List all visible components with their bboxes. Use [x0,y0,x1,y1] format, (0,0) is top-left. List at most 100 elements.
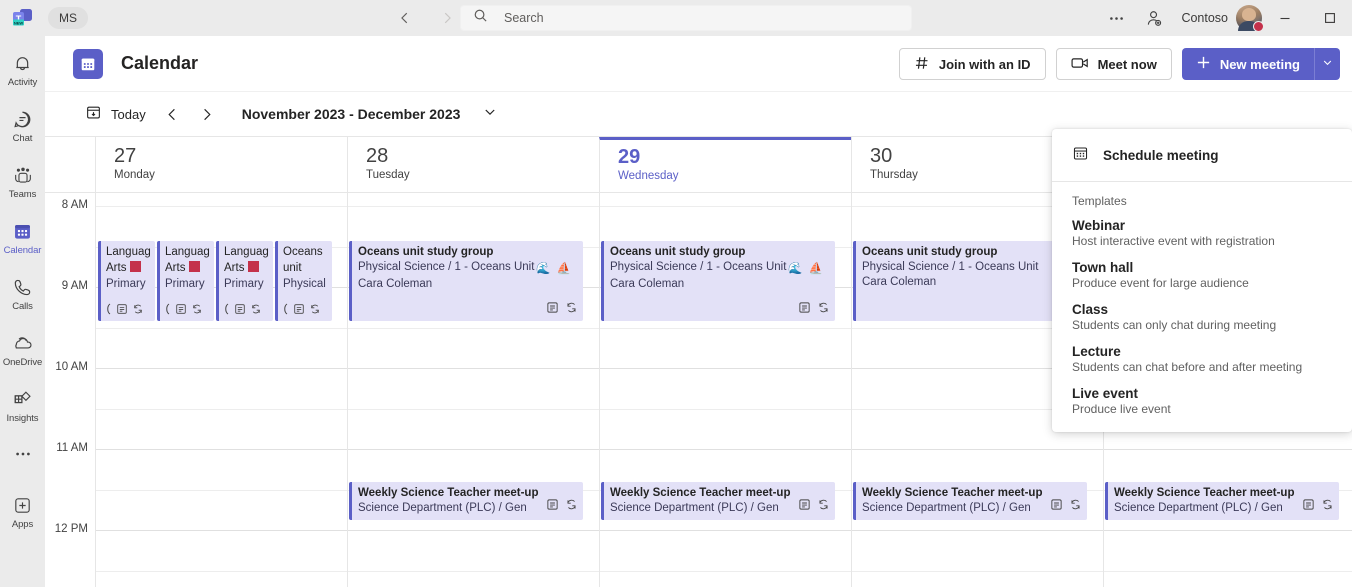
maximize-icon[interactable] [1307,0,1352,36]
menu-item-template-live-event[interactable]: Live event Produce live event [1052,380,1352,422]
event-title-cont: unit [283,262,302,274]
notes-icon [798,301,811,319]
calendar-event[interactable]: Oceans unit study group Physical Science… [349,241,583,321]
hour-label: 8 AM [62,199,88,211]
today-calendar-icon [85,104,102,124]
view-picker-chevron[interactable] [478,102,502,126]
template-description: Host interactive event with registration [1072,234,1352,248]
notes-icon [1302,498,1315,516]
header-actions: Join with an ID Meet now New meeting [899,48,1340,80]
menu-item-template-webinar[interactable]: Webinar Host interactive event with regi… [1052,212,1352,254]
day-column-tuesday[interactable]: Oceans unit study group Physical Science… [347,193,599,587]
sidebar-item-activity[interactable]: Activity [0,42,45,98]
calendar-event[interactable]: Weekly Science Teacher meet-up Science D… [1105,482,1339,520]
event-subtitle: Physical [283,278,326,290]
day-number: 27 [114,144,347,168]
event-category-badge [248,261,259,272]
forward-button[interactable] [432,3,462,33]
rail-more-button[interactable] [0,434,45,474]
event-subtitle: Science Department (PLC) / General [610,501,778,516]
search-placeholder: Search [504,11,544,25]
menu-item-schedule-meeting[interactable]: Schedule meeting [1052,137,1352,173]
sailboat-emoji: ⛵ [809,262,823,277]
menu-item-template-class[interactable]: Class Students can only chat during meet… [1052,296,1352,338]
page-title: Calendar [121,53,198,74]
status-badge [1253,21,1264,32]
hour-label: 10 AM [55,361,88,373]
day-header-wednesday[interactable]: 29 Wednesday [599,137,851,192]
notes-icon [234,303,246,320]
event-icon-group [798,498,830,516]
template-description: Produce event for large audience [1072,276,1352,290]
calendar-event[interactable]: Weekly Science Teacher meet-up Science D… [853,482,1087,520]
notes-icon [546,498,559,516]
app-badge-label: MS [59,11,77,25]
sidebar-item-chat[interactable]: Chat [0,98,45,154]
event-icon-group [1302,498,1334,516]
notes-icon [116,303,128,320]
template-title: Town hall [1072,260,1352,275]
calendar-event[interactable]: Languag Arts Primary [98,241,155,321]
event-title: Oceans unit study group [862,245,1082,260]
day-header-tuesday[interactable]: 28 Tuesday [347,137,599,192]
partial-left-icon [105,303,112,320]
sidebar-item-insights[interactable]: Insights [0,378,45,434]
calendar-event[interactable]: Languag Arts Primary [216,241,273,321]
recurring-icon [565,498,578,516]
event-icon-group [546,301,578,319]
event-title-cont: Arts [224,262,244,274]
sidebar-item-calls[interactable]: Calls [0,266,45,322]
event-icon-group [798,301,830,319]
title-bar-right: Contoso [1097,0,1352,36]
search-input[interactable]: Search [460,5,912,31]
recurring-icon [1069,498,1082,516]
main-content: Calendar Join with an ID Meet now [45,36,1352,587]
join-with-id-button[interactable]: Join with an ID [899,48,1046,80]
calendar-event[interactable]: Oceans unit Physical [275,241,332,321]
new-meeting-dropdown-toggle[interactable] [1314,48,1340,80]
ellipsis-icon[interactable] [1097,2,1135,34]
notes-icon [798,498,811,516]
day-header-monday[interactable]: 27 Monday [95,137,347,192]
svg-text:NEW: NEW [14,20,24,25]
calendar-event[interactable]: Weekly Science Teacher meet-up Science D… [601,482,835,520]
sidebar-item-apps[interactable]: Apps [0,484,45,540]
sidebar-item-onedrive[interactable]: OneDrive [0,322,45,378]
sidebar-item-label: Calendar [4,245,42,256]
avatar[interactable] [1236,5,1262,31]
menu-item-label: Schedule meeting [1103,148,1219,163]
recurring-icon [309,303,321,320]
menu-item-template-lecture[interactable]: Lecture Students can chat before and aft… [1052,338,1352,380]
new-meeting-button[interactable]: New meeting [1182,48,1314,80]
sidebar-item-teams[interactable]: Teams [0,154,45,210]
event-title-cont: Arts [165,262,185,274]
back-button[interactable] [390,3,420,33]
today-button[interactable]: Today [77,99,154,129]
minimize-icon[interactable] [1262,0,1307,36]
chat-icon [12,108,33,130]
calendar-event[interactable]: Languag Arts Primary [157,241,214,321]
day-number: 28 [366,144,599,168]
app-badge[interactable]: MS [48,7,88,29]
history-nav [390,3,462,33]
template-title: Webinar [1072,218,1352,233]
recurring-icon [565,301,578,319]
sidebar-item-label: OneDrive [3,357,42,368]
sidebar-item-calendar[interactable]: Calendar [0,210,45,266]
day-column-monday[interactable]: Languag Arts Primary [95,193,347,587]
previous-period-button[interactable] [158,99,188,129]
search-icon [473,8,488,28]
meet-now-button[interactable]: Meet now [1056,48,1172,80]
calendar-event[interactable]: Weekly Science Teacher meet-up Science D… [349,482,583,520]
ellipsis-icon [14,443,32,465]
phone-icon [12,276,33,298]
event-title-cont: Arts [106,262,126,274]
calendar-event[interactable]: Oceans unit study group Physical Science… [601,241,835,321]
day-column-wednesday[interactable]: Oceans unit study group Physical Science… [599,193,851,587]
menu-item-template-town-hall[interactable]: Town hall Produce event for large audien… [1052,254,1352,296]
person-add-icon[interactable] [1135,2,1173,34]
next-period-button[interactable] [192,99,222,129]
tenant-name[interactable]: Contoso [1173,11,1236,25]
time-gutter: 8 AM 9 AM 10 AM 11 AM 12 PM [45,193,95,587]
event-title: Weekly Science Teacher meet-up [1114,486,1334,501]
